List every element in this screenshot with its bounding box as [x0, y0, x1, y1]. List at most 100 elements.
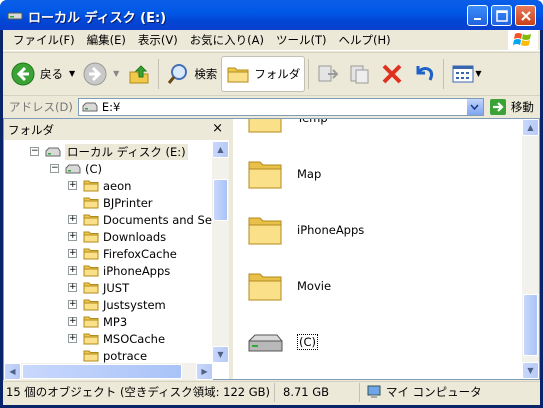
back-button[interactable]: 戻る ▼	[7, 56, 79, 92]
scroll-thumb[interactable]	[22, 364, 182, 379]
menu-view[interactable]: 表示(V)	[132, 32, 184, 48]
folder-icon	[83, 299, 99, 311]
folder-item[interactable]: iPhoneApps	[247, 213, 364, 247]
folder-icon	[248, 273, 282, 301]
main-area: フォルダ × − ローカル ディスク (E:) − (C) + aeon BJPri…	[3, 118, 540, 380]
back-arrow-icon	[11, 62, 35, 85]
go-button[interactable]: 移動	[489, 98, 534, 116]
toolbar-separator	[158, 58, 160, 89]
delete-button[interactable]	[376, 56, 408, 92]
menu-file[interactable]: ファイル(F)	[7, 32, 81, 48]
tree-vertical-scrollbar[interactable]: ▲ ▼	[212, 141, 229, 363]
tree-horizontal-scrollbar[interactable]: ◀ ▶	[4, 363, 213, 380]
tree-folder-label: potrace	[103, 348, 148, 363]
expand-icon[interactable]: +	[68, 317, 77, 326]
tree-node-drive-c[interactable]: − (C)	[50, 160, 102, 177]
address-label: アドレス(D)	[9, 99, 73, 114]
folder-item[interactable]: Temp	[247, 119, 328, 135]
tree-folder-item[interactable]: + Downloads	[68, 228, 166, 245]
address-value: E:¥	[101, 99, 121, 114]
maximize-icon	[495, 9, 508, 22]
window-title: ローカル ディスク (E:)	[28, 11, 167, 26]
expand-icon[interactable]: +	[68, 283, 77, 292]
expand-icon[interactable]: +	[68, 334, 77, 343]
folder-icon	[83, 197, 99, 209]
tree-folder-item[interactable]: + Documents and Setti	[68, 211, 213, 228]
address-dropdown-button[interactable]	[466, 98, 483, 115]
tree-folder-label: iPhoneApps	[103, 263, 171, 278]
menu-edit[interactable]: 編集(E)	[81, 32, 132, 48]
undo-button[interactable]	[408, 56, 440, 92]
folder-item[interactable]: Movie	[247, 269, 331, 303]
close-icon	[520, 10, 531, 21]
collapse-icon[interactable]: −	[30, 147, 39, 156]
forward-button[interactable]: ▼	[79, 56, 123, 92]
tree-folder-item[interactable]: + aeon	[68, 177, 131, 194]
folder-item[interactable]: Map	[247, 157, 321, 191]
tree-folder-item[interactable]: + JUST	[68, 279, 129, 296]
folder-icon	[248, 119, 282, 133]
tree-folder-item[interactable]: BJPrinter	[83, 194, 153, 211]
scroll-down-button[interactable]: ▼	[522, 362, 539, 379]
title-bar[interactable]: ローカル ディスク (E:)	[0, 0, 543, 30]
scroll-up-button[interactable]: ▲	[212, 141, 229, 158]
scroll-thumb[interactable]	[523, 294, 538, 356]
menu-tools[interactable]: ツール(T)	[270, 32, 333, 48]
folder-pane-close-icon[interactable]: ×	[212, 121, 223, 136]
tree-folder-item[interactable]: + MP3	[68, 313, 127, 330]
chevron-down-icon	[470, 103, 479, 110]
content-vertical-scrollbar[interactable]: ▲ ▼	[522, 119, 539, 379]
scroll-thumb[interactable]	[213, 179, 228, 221]
folder-icon	[248, 217, 282, 245]
collapse-icon[interactable]: −	[50, 164, 59, 173]
search-icon	[168, 63, 188, 84]
move-to-icon	[318, 65, 339, 81]
tree-folder-item[interactable]: potrace	[83, 347, 147, 363]
address-input[interactable]: E:¥	[77, 97, 484, 116]
tree-folder-item[interactable]: + iPhoneApps	[68, 262, 170, 279]
tree-node-root[interactable]: − ローカル ディスク (E:)	[30, 143, 188, 160]
go-label: 移動	[510, 99, 534, 114]
move-to-button[interactable]	[312, 56, 344, 92]
scroll-right-button[interactable]: ▶	[196, 363, 213, 380]
tree-root-label: ローカル ディスク (E:)	[65, 143, 188, 160]
expand-icon[interactable]: +	[68, 232, 77, 241]
tree-folder-label: Justsystem	[103, 297, 166, 312]
expand-icon[interactable]: +	[68, 181, 77, 190]
folders-label: フォルダ	[254, 66, 301, 81]
search-button[interactable]: 検索	[162, 56, 221, 92]
folder-icon	[83, 180, 99, 192]
tree-folder-label: BJPrinter	[103, 195, 153, 210]
tree-folder-item[interactable]: + MSOCache	[68, 330, 165, 347]
menu-favorites[interactable]: お気に入り(A)	[184, 32, 270, 48]
file-list-pane: Temp Map iPhoneApps Movie (C) ▲ ▼	[237, 119, 539, 379]
drive-item[interactable]: (C)	[247, 325, 319, 359]
minimize-button[interactable]	[467, 5, 488, 26]
up-button[interactable]	[123, 56, 155, 92]
status-bar: 15 個のオブジェクト (空きディスク領域: 122 GB) 8.71 GB マ…	[3, 381, 540, 402]
tree-folder-item[interactable]: + Justsystem	[68, 296, 166, 313]
views-button[interactable]: ▼	[447, 56, 485, 92]
scroll-left-button[interactable]: ◀	[4, 363, 21, 380]
back-dropdown-icon[interactable]: ▼	[69, 69, 75, 78]
views-dropdown-icon[interactable]: ▼	[475, 69, 481, 78]
scroll-down-button[interactable]: ▼	[212, 346, 229, 363]
expand-icon[interactable]: +	[68, 266, 77, 275]
expand-icon[interactable]: +	[68, 300, 77, 309]
tree-folder-label: aeon	[103, 178, 132, 193]
folder-pane-title: フォルダ	[8, 122, 54, 137]
hard-drive-icon	[248, 334, 283, 352]
tree-folder-item[interactable]: + FirefoxCache	[68, 245, 177, 262]
copy-to-button[interactable]	[344, 56, 376, 92]
menu-help[interactable]: ヘルプ(H)	[333, 32, 397, 48]
tree-drive-label: (C)	[85, 161, 103, 176]
tree-folder-label: JUST	[103, 280, 130, 295]
expand-icon[interactable]: +	[68, 215, 77, 224]
forward-dropdown-icon[interactable]: ▼	[113, 69, 119, 78]
expand-icon[interactable]: +	[68, 249, 77, 258]
folder-pane-header: フォルダ ×	[4, 119, 229, 141]
maximize-button[interactable]	[491, 5, 512, 26]
close-button[interactable]	[515, 5, 536, 26]
folders-button[interactable]: フォルダ	[221, 55, 306, 92]
scroll-up-button[interactable]: ▲	[522, 119, 539, 136]
